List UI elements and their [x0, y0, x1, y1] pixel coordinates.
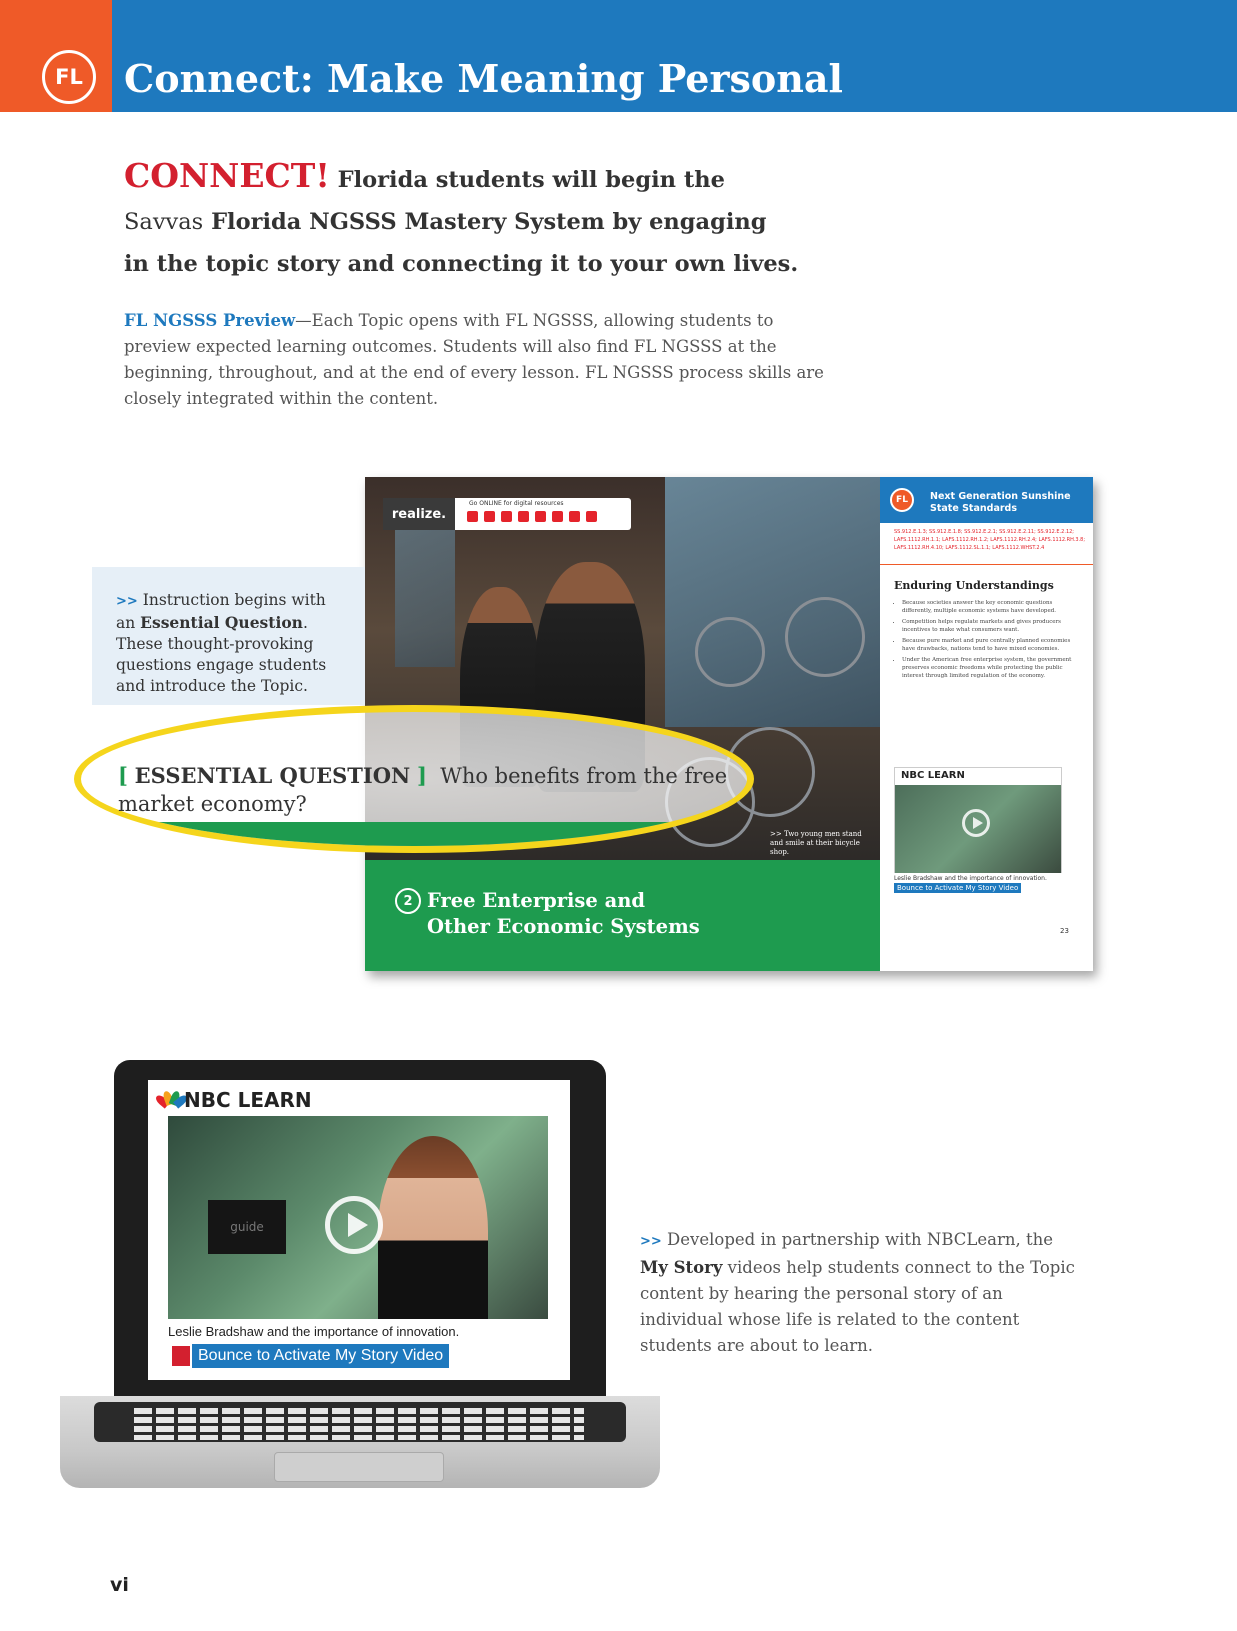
preview-lead: FL NGSSS Preview: [124, 311, 296, 330]
key-row: [134, 1408, 584, 1414]
chapter-title: Free Enterprise and Other Economic Syste…: [427, 888, 700, 940]
chapter-title-line-1: Free Enterprise and: [427, 889, 646, 912]
writing-icon: [535, 511, 546, 522]
chapter-title-panel: 2 Free Enterprise and Other Economic Sys…: [365, 860, 880, 971]
shop-door: [395, 527, 455, 667]
read-icon: [467, 511, 478, 522]
bounce-label: Bounce to Activate My Story Video: [198, 1347, 444, 1364]
connect-kicker: CONNECT!: [124, 156, 330, 195]
list-item: Under the American free enterprise syste…: [902, 656, 1079, 680]
chapter-title-line-2: Other Economic Systems: [427, 915, 700, 938]
realize-toolbar: realize. Go ONLINE for digital resources: [383, 498, 631, 530]
enduring-understandings-list: Because societies answer the key economi…: [894, 599, 1079, 683]
enduring-understandings-title: Enduring Understandings: [894, 579, 1054, 592]
chapter-number-badge: 2: [395, 888, 421, 914]
list-item: Because pure market and pure centrally p…: [902, 637, 1079, 653]
shop-window: [665, 477, 880, 727]
keyboard: [94, 1402, 626, 1442]
games-icon: [552, 511, 563, 522]
etext-icon: [501, 511, 512, 522]
preview-paragraph: FL NGSSS Preview—Each Topic opens with F…: [124, 308, 844, 412]
page-number: 23: [1060, 927, 1069, 935]
page-number: vi: [110, 1574, 129, 1596]
intro-line-3: in the topic story and connecting it to …: [124, 251, 799, 277]
laptop-screen: NBC LEARN guide Leslie Bradshaw and the …: [148, 1080, 570, 1380]
callout-bold: Essential Question: [140, 613, 303, 632]
video-caption: Leslie Bradshaw and the importance of in…: [168, 1324, 460, 1339]
nbc-learn-logo: NBC LEARN: [184, 1088, 312, 1112]
standards-page: FL Next Generation Sunshine State Standa…: [880, 477, 1093, 971]
bounce-button[interactable]: Bounce to Activate My Story Video: [170, 1344, 450, 1368]
arrows-icon: >>: [116, 594, 138, 609]
essential-question-label: ESSENTIAL QUESTION: [134, 763, 411, 788]
activity-icon: [518, 511, 529, 522]
trackpad: [274, 1452, 444, 1482]
callout-bold: My Story: [640, 1258, 723, 1277]
callout-text: Developed in partnership with NBCLearn, …: [661, 1230, 1053, 1249]
brand-name: Savvas: [124, 209, 204, 235]
essential-question: [ ESSENTIAL QUESTION ] Who benefits from…: [118, 762, 738, 818]
divider: [880, 564, 1093, 565]
intro-heading: CONNECT! Florida students will begin the…: [124, 155, 844, 285]
standards-list: SS.912.E.1.3; SS.912.E.1.8; SS.912.E.2.1…: [894, 529, 1085, 551]
play-icon[interactable]: [325, 1196, 383, 1254]
my-story-callout: >> Developed in partnership with NBCLear…: [640, 1227, 1080, 1359]
audio-icon: [484, 511, 495, 522]
intro-line-2: Florida NGSSS Mastery System by engaging: [211, 209, 767, 235]
monitor-prop: guide: [208, 1200, 286, 1254]
speaker-figure: [378, 1136, 488, 1319]
page-title: Connect: Make Meaning Personal: [124, 56, 843, 101]
arrows-icon: >>: [640, 1234, 662, 1249]
play-icon[interactable]: [962, 809, 990, 837]
go-online-label: Go ONLINE for digital resources: [469, 500, 564, 507]
intro-line-1: Florida students will begin the: [337, 167, 725, 193]
assessment-icon: [586, 511, 597, 522]
standards-title: Next Generation Sunshine State Standards: [930, 491, 1071, 514]
pdf-icon: [569, 511, 580, 522]
bounce-icon: [170, 1344, 192, 1368]
photo-caption: >> Two young men stand and smile at thei…: [770, 830, 862, 856]
video-frame: [895, 785, 1061, 873]
essential-question-callout: >> Instruction begins with an Essential …: [116, 590, 346, 697]
realize-logo: realize.: [383, 498, 455, 530]
bracket-close: ]: [416, 763, 427, 788]
key-row: [134, 1426, 584, 1432]
bracket-open: [: [118, 763, 128, 788]
fl-badge-icon: FL: [42, 50, 96, 104]
bounce-link[interactable]: Bounce to Activate My Story Video: [894, 883, 1022, 893]
key-row: [134, 1417, 584, 1423]
nbc-learn-logo: NBC LEARN: [901, 770, 965, 781]
nbc-video-thumbnail[interactable]: NBC LEARN: [894, 767, 1062, 873]
list-item: Because societies answer the key economi…: [902, 599, 1079, 615]
fl-badge-icon: FL: [890, 488, 914, 512]
key-row: [134, 1435, 584, 1440]
bike-wheel: [785, 597, 865, 677]
video-caption: Leslie Bradshaw and the importance of in…: [894, 875, 1047, 882]
list-item: Competition helps regulate markets and g…: [902, 618, 1079, 634]
video-player[interactable]: guide: [168, 1116, 548, 1319]
bike-wheel: [695, 617, 765, 687]
